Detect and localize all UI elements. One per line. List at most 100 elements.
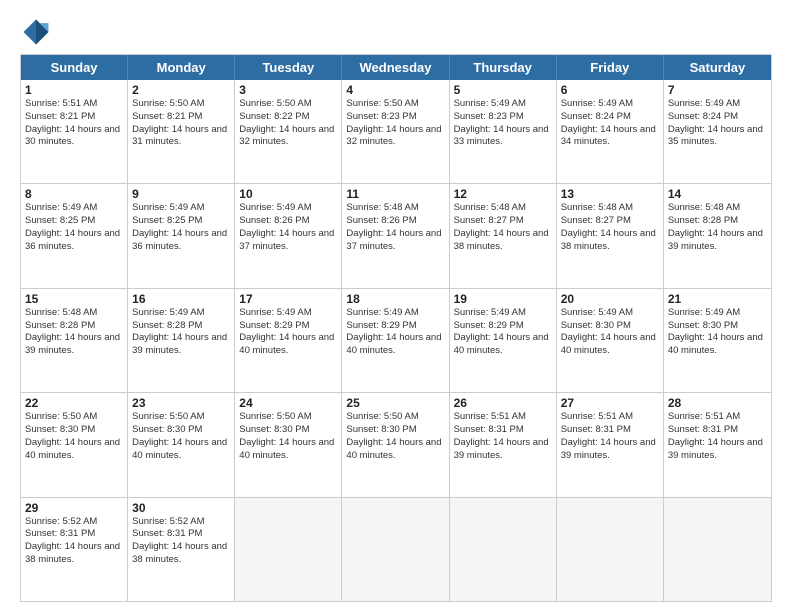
day-info: Sunrise: 5:49 AM Sunset: 8:25 PM Dayligh… bbox=[25, 202, 123, 253]
calendar-day-6: 6Sunrise: 5:49 AM Sunset: 8:24 PM Daylig… bbox=[557, 80, 664, 183]
day-number: 1 bbox=[25, 83, 123, 97]
day-info: Sunrise: 5:50 AM Sunset: 8:23 PM Dayligh… bbox=[346, 98, 444, 149]
day-info: Sunrise: 5:49 AM Sunset: 8:29 PM Dayligh… bbox=[346, 307, 444, 358]
day-info: Sunrise: 5:50 AM Sunset: 8:30 PM Dayligh… bbox=[25, 411, 123, 462]
day-info: Sunrise: 5:49 AM Sunset: 8:23 PM Dayligh… bbox=[454, 98, 552, 149]
day-info: Sunrise: 5:49 AM Sunset: 8:30 PM Dayligh… bbox=[668, 307, 767, 358]
calendar-row-5: 29Sunrise: 5:52 AM Sunset: 8:31 PM Dayli… bbox=[21, 497, 771, 601]
day-info: Sunrise: 5:50 AM Sunset: 8:30 PM Dayligh… bbox=[239, 411, 337, 462]
calendar-row-1: 1Sunrise: 5:51 AM Sunset: 8:21 PM Daylig… bbox=[21, 80, 771, 183]
day-info: Sunrise: 5:49 AM Sunset: 8:30 PM Dayligh… bbox=[561, 307, 659, 358]
day-info: Sunrise: 5:48 AM Sunset: 8:27 PM Dayligh… bbox=[454, 202, 552, 253]
day-number: 30 bbox=[132, 501, 230, 515]
day-number: 23 bbox=[132, 396, 230, 410]
calendar: SundayMondayTuesdayWednesdayThursdayFrid… bbox=[20, 54, 772, 602]
day-number: 21 bbox=[668, 292, 767, 306]
calendar-row-2: 8Sunrise: 5:49 AM Sunset: 8:25 PM Daylig… bbox=[21, 183, 771, 287]
calendar-day-15: 15Sunrise: 5:48 AM Sunset: 8:28 PM Dayli… bbox=[21, 289, 128, 392]
calendar-day-5: 5Sunrise: 5:49 AM Sunset: 8:23 PM Daylig… bbox=[450, 80, 557, 183]
day-number: 12 bbox=[454, 187, 552, 201]
weekday-header-saturday: Saturday bbox=[664, 55, 771, 80]
day-number: 26 bbox=[454, 396, 552, 410]
day-number: 24 bbox=[239, 396, 337, 410]
calendar-day-9: 9Sunrise: 5:49 AM Sunset: 8:25 PM Daylig… bbox=[128, 184, 235, 287]
day-info: Sunrise: 5:51 AM Sunset: 8:31 PM Dayligh… bbox=[561, 411, 659, 462]
calendar-day-23: 23Sunrise: 5:50 AM Sunset: 8:30 PM Dayli… bbox=[128, 393, 235, 496]
calendar-cell-empty bbox=[235, 498, 342, 601]
day-info: Sunrise: 5:49 AM Sunset: 8:29 PM Dayligh… bbox=[239, 307, 337, 358]
calendar-day-20: 20Sunrise: 5:49 AM Sunset: 8:30 PM Dayli… bbox=[557, 289, 664, 392]
weekday-header-tuesday: Tuesday bbox=[235, 55, 342, 80]
day-number: 16 bbox=[132, 292, 230, 306]
calendar-day-12: 12Sunrise: 5:48 AM Sunset: 8:27 PM Dayli… bbox=[450, 184, 557, 287]
logo-icon bbox=[20, 16, 52, 48]
calendar-day-3: 3Sunrise: 5:50 AM Sunset: 8:22 PM Daylig… bbox=[235, 80, 342, 183]
calendar-day-10: 10Sunrise: 5:49 AM Sunset: 8:26 PM Dayli… bbox=[235, 184, 342, 287]
weekday-header-friday: Friday bbox=[557, 55, 664, 80]
calendar-day-11: 11Sunrise: 5:48 AM Sunset: 8:26 PM Dayli… bbox=[342, 184, 449, 287]
calendar-day-4: 4Sunrise: 5:50 AM Sunset: 8:23 PM Daylig… bbox=[342, 80, 449, 183]
weekday-header-sunday: Sunday bbox=[21, 55, 128, 80]
day-info: Sunrise: 5:51 AM Sunset: 8:31 PM Dayligh… bbox=[668, 411, 767, 462]
day-number: 3 bbox=[239, 83, 337, 97]
day-info: Sunrise: 5:51 AM Sunset: 8:31 PM Dayligh… bbox=[454, 411, 552, 462]
calendar-day-16: 16Sunrise: 5:49 AM Sunset: 8:28 PM Dayli… bbox=[128, 289, 235, 392]
calendar-day-17: 17Sunrise: 5:49 AM Sunset: 8:29 PM Dayli… bbox=[235, 289, 342, 392]
page: SundayMondayTuesdayWednesdayThursdayFrid… bbox=[0, 0, 792, 612]
calendar-day-19: 19Sunrise: 5:49 AM Sunset: 8:29 PM Dayli… bbox=[450, 289, 557, 392]
calendar-day-29: 29Sunrise: 5:52 AM Sunset: 8:31 PM Dayli… bbox=[21, 498, 128, 601]
day-number: 5 bbox=[454, 83, 552, 97]
day-info: Sunrise: 5:49 AM Sunset: 8:24 PM Dayligh… bbox=[668, 98, 767, 149]
day-number: 11 bbox=[346, 187, 444, 201]
day-info: Sunrise: 5:51 AM Sunset: 8:21 PM Dayligh… bbox=[25, 98, 123, 149]
calendar-day-1: 1Sunrise: 5:51 AM Sunset: 8:21 PM Daylig… bbox=[21, 80, 128, 183]
day-number: 28 bbox=[668, 396, 767, 410]
calendar-day-21: 21Sunrise: 5:49 AM Sunset: 8:30 PM Dayli… bbox=[664, 289, 771, 392]
calendar-day-18: 18Sunrise: 5:49 AM Sunset: 8:29 PM Dayli… bbox=[342, 289, 449, 392]
calendar-day-27: 27Sunrise: 5:51 AM Sunset: 8:31 PM Dayli… bbox=[557, 393, 664, 496]
calendar-day-8: 8Sunrise: 5:49 AM Sunset: 8:25 PM Daylig… bbox=[21, 184, 128, 287]
day-info: Sunrise: 5:49 AM Sunset: 8:26 PM Dayligh… bbox=[239, 202, 337, 253]
day-number: 6 bbox=[561, 83, 659, 97]
day-number: 10 bbox=[239, 187, 337, 201]
calendar-row-4: 22Sunrise: 5:50 AM Sunset: 8:30 PM Dayli… bbox=[21, 392, 771, 496]
calendar-day-13: 13Sunrise: 5:48 AM Sunset: 8:27 PM Dayli… bbox=[557, 184, 664, 287]
day-number: 17 bbox=[239, 292, 337, 306]
day-number: 2 bbox=[132, 83, 230, 97]
logo bbox=[20, 16, 56, 48]
calendar-day-14: 14Sunrise: 5:48 AM Sunset: 8:28 PM Dayli… bbox=[664, 184, 771, 287]
calendar-row-3: 15Sunrise: 5:48 AM Sunset: 8:28 PM Dayli… bbox=[21, 288, 771, 392]
day-number: 20 bbox=[561, 292, 659, 306]
day-info: Sunrise: 5:50 AM Sunset: 8:30 PM Dayligh… bbox=[132, 411, 230, 462]
calendar-cell-empty bbox=[557, 498, 664, 601]
day-info: Sunrise: 5:52 AM Sunset: 8:31 PM Dayligh… bbox=[132, 516, 230, 567]
day-number: 4 bbox=[346, 83, 444, 97]
calendar-day-28: 28Sunrise: 5:51 AM Sunset: 8:31 PM Dayli… bbox=[664, 393, 771, 496]
day-info: Sunrise: 5:50 AM Sunset: 8:21 PM Dayligh… bbox=[132, 98, 230, 149]
day-number: 8 bbox=[25, 187, 123, 201]
day-number: 22 bbox=[25, 396, 123, 410]
day-info: Sunrise: 5:48 AM Sunset: 8:28 PM Dayligh… bbox=[668, 202, 767, 253]
calendar-body: 1Sunrise: 5:51 AM Sunset: 8:21 PM Daylig… bbox=[21, 80, 771, 601]
day-number: 25 bbox=[346, 396, 444, 410]
day-number: 18 bbox=[346, 292, 444, 306]
header bbox=[20, 16, 772, 48]
weekday-header-wednesday: Wednesday bbox=[342, 55, 449, 80]
day-number: 13 bbox=[561, 187, 659, 201]
calendar-header: SundayMondayTuesdayWednesdayThursdayFrid… bbox=[21, 55, 771, 80]
calendar-day-30: 30Sunrise: 5:52 AM Sunset: 8:31 PM Dayli… bbox=[128, 498, 235, 601]
day-info: Sunrise: 5:52 AM Sunset: 8:31 PM Dayligh… bbox=[25, 516, 123, 567]
calendar-day-22: 22Sunrise: 5:50 AM Sunset: 8:30 PM Dayli… bbox=[21, 393, 128, 496]
day-info: Sunrise: 5:49 AM Sunset: 8:29 PM Dayligh… bbox=[454, 307, 552, 358]
calendar-day-7: 7Sunrise: 5:49 AM Sunset: 8:24 PM Daylig… bbox=[664, 80, 771, 183]
day-info: Sunrise: 5:48 AM Sunset: 8:26 PM Dayligh… bbox=[346, 202, 444, 253]
calendar-day-26: 26Sunrise: 5:51 AM Sunset: 8:31 PM Dayli… bbox=[450, 393, 557, 496]
weekday-header-monday: Monday bbox=[128, 55, 235, 80]
day-number: 27 bbox=[561, 396, 659, 410]
day-info: Sunrise: 5:50 AM Sunset: 8:30 PM Dayligh… bbox=[346, 411, 444, 462]
day-number: 9 bbox=[132, 187, 230, 201]
day-info: Sunrise: 5:50 AM Sunset: 8:22 PM Dayligh… bbox=[239, 98, 337, 149]
calendar-day-25: 25Sunrise: 5:50 AM Sunset: 8:30 PM Dayli… bbox=[342, 393, 449, 496]
day-info: Sunrise: 5:49 AM Sunset: 8:25 PM Dayligh… bbox=[132, 202, 230, 253]
calendar-day-24: 24Sunrise: 5:50 AM Sunset: 8:30 PM Dayli… bbox=[235, 393, 342, 496]
